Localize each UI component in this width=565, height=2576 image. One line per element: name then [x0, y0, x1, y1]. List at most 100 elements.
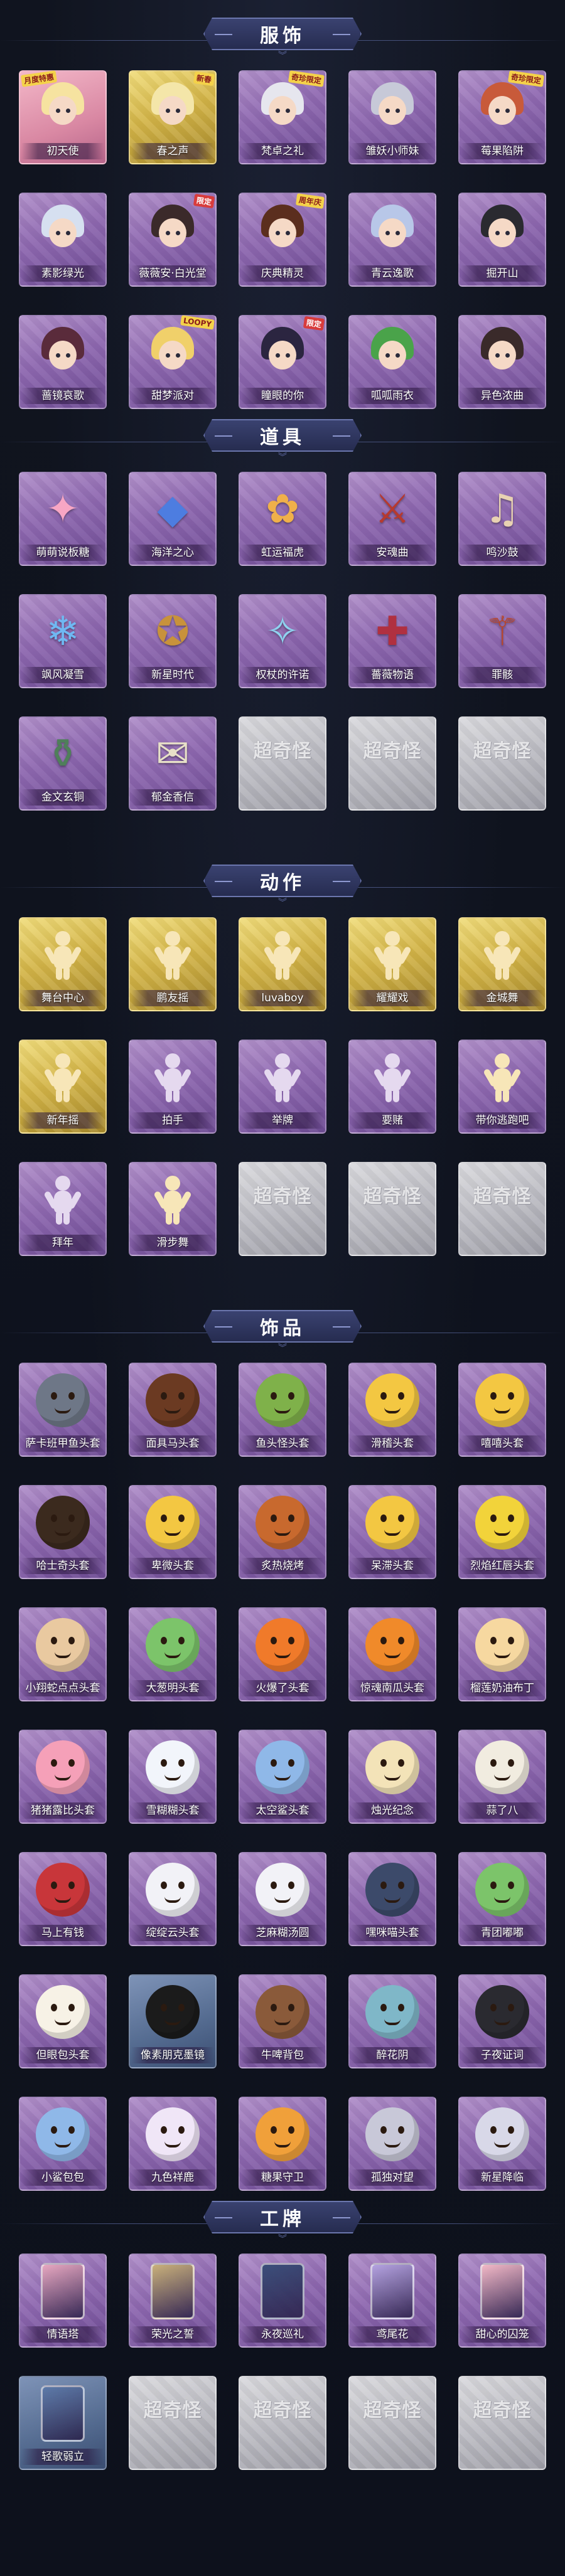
empty-slot-card[interactable]: 超奇怪	[458, 1162, 546, 1256]
item-card[interactable]: 轻歌弱立	[19, 2376, 107, 2470]
item-card[interactable]: 太空鲨头套	[239, 1730, 326, 1824]
face-shape	[49, 96, 77, 125]
item-card[interactable]: ✉ 郁金香信	[129, 716, 217, 811]
snowman-head-icon	[141, 1736, 204, 1799]
item-card[interactable]: 烛光纪念	[348, 1730, 436, 1824]
item-card[interactable]: 甜心的囚笼	[458, 2254, 546, 2348]
empty-slot-card[interactable]: 超奇怪	[348, 2376, 436, 2470]
item-card[interactable]: 九色祥鹿	[129, 2097, 217, 2191]
empty-slot-card[interactable]: 超奇怪	[458, 716, 546, 811]
item-card[interactable]: 但眼包头套	[19, 1974, 107, 2068]
item-card[interactable]: 限定 瞳眼的你	[239, 315, 326, 409]
item-card[interactable]: 荣光之誓	[129, 2254, 217, 2348]
item-card[interactable]: 惊魂南瓜头套	[348, 1607, 436, 1701]
item-card[interactable]: 月度特惠 初天使	[19, 70, 107, 164]
figure-part	[503, 1088, 509, 1102]
item-card[interactable]: 周年庆 庆典精灵	[239, 193, 326, 287]
item-card[interactable]: 鹏友摇	[129, 917, 217, 1011]
item-card[interactable]: 面具马头套	[129, 1363, 217, 1457]
item-card[interactable]: 蒜了八	[458, 1730, 546, 1824]
face-shape	[379, 96, 406, 125]
item-card[interactable]: 素影绿光	[19, 193, 107, 287]
item-card[interactable]: 新星降临	[458, 2097, 546, 2191]
item-card[interactable]: ✧ 权杖的许诺	[239, 594, 326, 688]
item-card[interactable]: 牛啤背包	[239, 1974, 326, 2068]
item-card[interactable]: LOOPY 甜梦派对	[129, 315, 217, 409]
item-card[interactable]: ♫ 鸣沙鼓	[458, 472, 546, 566]
item-name: 火爆了头套	[241, 1680, 324, 1696]
item-card[interactable]: 金城舞	[458, 917, 546, 1011]
item-card[interactable]: 滑步舞	[129, 1162, 217, 1256]
item-card[interactable]: 呱呱雨衣	[348, 315, 436, 409]
item-card[interactable]: 异色浓曲	[458, 315, 546, 409]
item-card[interactable]: 永夜巡礼	[239, 2254, 326, 2348]
item-card[interactable]: 奇珍限定 梵卓之礼	[239, 70, 326, 164]
item-card[interactable]: 猪猪露比头套	[19, 1730, 107, 1824]
item-card[interactable]: ✚ 薔薇物语	[348, 594, 436, 688]
item-card[interactable]: 子夜证词	[458, 1974, 546, 2068]
item-card[interactable]: 雪糊糊头套	[129, 1730, 217, 1824]
item-card[interactable]: 像素朋克墨镜	[129, 1974, 217, 2068]
item-card[interactable]: 嘿咪喵头套	[348, 1852, 436, 1946]
item-card[interactable]: 带你逃跑吧	[458, 1040, 546, 1134]
item-card[interactable]: 小鲨包包	[19, 2097, 107, 2191]
item-card[interactable]: ❄ 飒风凝雪	[19, 594, 107, 688]
item-card[interactable]: 糖果守卫	[239, 2097, 326, 2191]
item-card[interactable]: 芝麻糊汤圆	[239, 1852, 326, 1946]
item-card[interactable]: 耀耀戏	[348, 917, 436, 1011]
item-card[interactable]: luvaboy	[239, 917, 326, 1011]
item-card[interactable]: 醉花阴	[348, 1974, 436, 2068]
empty-slot-card[interactable]: 超奇怪	[239, 716, 326, 811]
item-card[interactable]: 奇珍限定 莓果陷阱	[458, 70, 546, 164]
item-card[interactable]: 拍手	[129, 1040, 217, 1134]
empty-slot-card[interactable]: 超奇怪	[348, 1162, 436, 1256]
item-card[interactable]: 哈士奇头套	[19, 1485, 107, 1579]
item-card[interactable]: 烈焰红唇头套	[458, 1485, 546, 1579]
item-card[interactable]: 鸢尾花	[348, 2254, 436, 2348]
item-card[interactable]: 新年摇	[19, 1040, 107, 1134]
item-card[interactable]: 萨卡班甲鱼头套	[19, 1363, 107, 1457]
item-card[interactable]: 鱼头怪头套	[239, 1363, 326, 1457]
item-card[interactable]: 要赌	[348, 1040, 436, 1134]
lonely-charm-icon	[361, 2103, 424, 2166]
item-card[interactable]: ⚱ 金文玄铜	[19, 716, 107, 811]
item-card[interactable]: ✦ 萌萌说板糖	[19, 472, 107, 566]
item-card[interactable]: 炙热烧烤	[239, 1485, 326, 1579]
item-card[interactable]: 呆滞头套	[348, 1485, 436, 1579]
item-card[interactable]: ✪ 新星时代	[129, 594, 217, 688]
item-card[interactable]: 小翔蛇点点头套	[19, 1607, 107, 1701]
empty-slot-card[interactable]: 超奇怪	[129, 2376, 217, 2470]
item-card[interactable]: 新春 春之声	[129, 70, 217, 164]
item-card[interactable]: 卑微头套	[129, 1485, 217, 1579]
item-card[interactable]: ✿ 虹运福虎	[239, 472, 326, 566]
mouth-shape	[384, 1652, 401, 1658]
item-card[interactable]: ⚚ 罪骸	[458, 594, 546, 688]
item-card[interactable]: 大葱明头套	[129, 1607, 217, 1701]
empty-slot-card[interactable]: 超奇怪	[348, 716, 436, 811]
item-card[interactable]: 绽绽云头套	[129, 1852, 217, 1946]
item-card[interactable]: 青团嘟嘟	[458, 1852, 546, 1946]
item-card[interactable]: 马上有钱	[19, 1852, 107, 1946]
item-card[interactable]: 舞台中心	[19, 917, 107, 1011]
item-card[interactable]: 拜年	[19, 1162, 107, 1256]
item-card[interactable]: 雏妖小师妹	[348, 70, 436, 164]
empty-slot-card[interactable]: 超奇怪	[239, 1162, 326, 1256]
item-card[interactable]: ◆ 海洋之心	[129, 472, 217, 566]
item-card[interactable]: 嘻嘻头套	[458, 1363, 546, 1457]
eye-shape	[66, 231, 70, 235]
item-card[interactable]: 情语塔	[19, 2254, 107, 2348]
shark-head-icon	[251, 1736, 314, 1799]
item-card[interactable]: ⚔ 安魂曲	[348, 472, 436, 566]
item-card[interactable]: 榴莲奶油布丁	[458, 1607, 546, 1701]
item-card[interactable]: 滑稽头套	[348, 1363, 436, 1457]
item-card[interactable]: 举牌	[239, 1040, 326, 1134]
item-card[interactable]: 限定 薇薇安·白光堂	[129, 193, 217, 287]
item-card[interactable]: 孤独对望	[348, 2097, 436, 2191]
empty-slot-card[interactable]: 超奇怪	[458, 2376, 546, 2470]
item-card[interactable]: 青云逸歌	[348, 193, 436, 287]
mouth-shape	[164, 1652, 181, 1658]
empty-slot-card[interactable]: 超奇怪	[239, 2376, 326, 2470]
item-card[interactable]: 火爆了头套	[239, 1607, 326, 1701]
item-card[interactable]: 掘开山	[458, 193, 546, 287]
item-card[interactable]: 蔷镜哀歌	[19, 315, 107, 409]
